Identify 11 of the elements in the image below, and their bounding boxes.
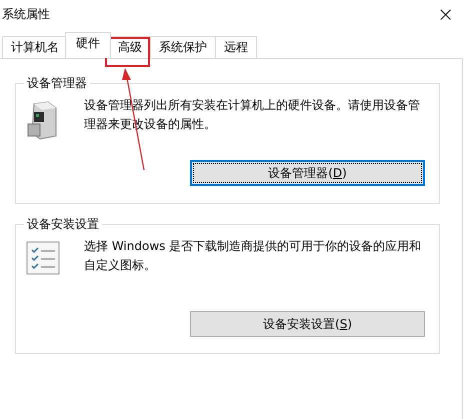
- close-button[interactable]: ×: [431, 2, 460, 26]
- tab[interactable]: 远程: [215, 36, 257, 58]
- action-button[interactable]: 设备管理器(D): [190, 160, 425, 186]
- highlight-frame: [105, 37, 150, 67]
- tab[interactable]: 计算机名: [2, 36, 68, 58]
- action-button[interactable]: 设备安装设置(S): [190, 311, 425, 337]
- tab[interactable]: 硬件: [65, 32, 111, 58]
- group-title: 设备安装设置: [24, 216, 102, 233]
- description-text: 选择 Windows 是否下载制造商提供的可用于你的设备的应用和自定义图标。: [84, 238, 422, 274]
- window-title: 系统属性: [2, 6, 50, 22]
- checklist-icon: [26, 241, 60, 275]
